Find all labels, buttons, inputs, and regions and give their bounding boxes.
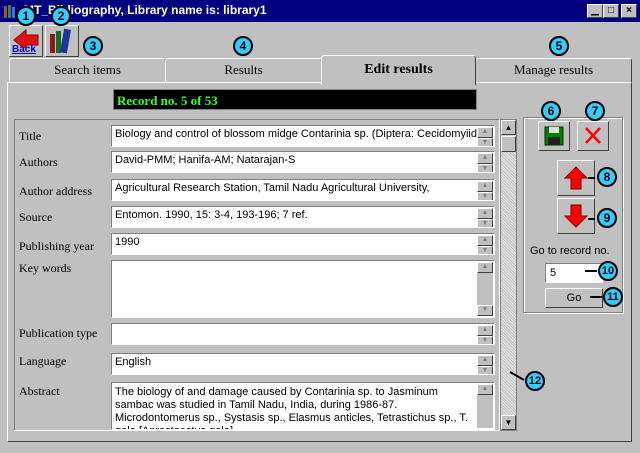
abstract-field[interactable]: The biology of and damage caused by Cont… [111, 382, 495, 430]
library-button[interactable] [45, 25, 79, 57]
minimize-button[interactable]: ▁ [587, 4, 603, 18]
address-label: Author address [19, 184, 92, 198]
title-field[interactable]: Biology and control of blossom midge Con… [111, 125, 495, 147]
address-value: Agricultural Research Station, Tamil Nad… [115, 182, 430, 194]
authors-field-scrollbar[interactable]: ▲ ▼ [477, 153, 493, 172]
title-field-scrollbar[interactable]: ▲ ▼ [477, 127, 493, 146]
year-label: Publishing year [19, 239, 94, 253]
next-record-button[interactable] [557, 198, 595, 234]
address-field[interactable]: Agricultural Research Station, Tamil Nad… [111, 179, 495, 201]
callout-2: 2 [51, 6, 71, 26]
source-field[interactable]: Entomon. 1990, 15: 3-4, 193-196; 7 ref. … [111, 206, 495, 228]
authors-value: David-PMM; Hanifa-AM; Natarajan-S [115, 154, 296, 166]
goto-record-input[interactable]: 5 [545, 263, 603, 283]
language-field-scrollbar[interactable]: ▲ ▼ [477, 355, 493, 374]
source-value: Entomon. 1990, 15: 3-4, 193-196; 7 ref. [115, 209, 308, 221]
language-label: Language [19, 354, 67, 368]
tab-manage-results[interactable]: Manage results [475, 58, 632, 82]
abstract-value: The biology of and damage caused by Cont… [115, 386, 468, 429]
books-icon [50, 28, 72, 54]
arrow-up-icon [563, 166, 589, 190]
fields-panel: Title Biology and control of blossom mid… [14, 119, 500, 431]
goto-record-value: 5 [550, 267, 557, 279]
callout-10: 10 [598, 261, 618, 281]
tab-results[interactable]: Results [165, 58, 322, 82]
callout-11: 11 [603, 287, 623, 307]
keywords-label: Key words [19, 261, 72, 275]
callout-9: 9 [597, 208, 617, 228]
language-value: English [115, 356, 152, 368]
back-label: Back [12, 44, 36, 55]
source-label: Source [19, 210, 53, 224]
scroll-thumb[interactable] [501, 136, 516, 152]
save-button[interactable] [538, 121, 570, 151]
callout-5: 5 [549, 36, 569, 56]
authors-field[interactable]: David-PMM; Hanifa-AM; Natarajan-S ▲ ▼ [111, 151, 495, 173]
pubtype-label: Publication type [19, 326, 98, 340]
record-banner-text: Record no. 5 of 53 [117, 93, 218, 108]
save-disk-icon [544, 126, 564, 146]
abstract-label: Abstract [19, 384, 60, 398]
address-field-scrollbar[interactable]: ▲ ▼ [477, 181, 493, 200]
keywords-field-scrollbar[interactable]: ▲ ▼ [477, 262, 493, 316]
pubtype-field-scrollbar[interactable]: ▲ ▼ [477, 325, 493, 344]
previous-record-button[interactable] [557, 160, 595, 196]
callout-6: 6 [541, 101, 561, 121]
goto-label: Go to record no. [530, 245, 610, 257]
tab-edit-results[interactable]: Edit results [321, 55, 476, 85]
year-field[interactable]: 1990 ▲ ▼ [111, 233, 495, 255]
tab-search-items[interactable]: Search items [9, 58, 166, 82]
callout-4: 4 [233, 36, 253, 56]
callout-7: 7 [585, 101, 605, 121]
callout-1: 1 [16, 6, 36, 26]
close-window-button[interactable]: × [621, 4, 637, 18]
language-field[interactable]: English ▲ ▼ [111, 353, 495, 375]
scroll-up-button[interactable]: ▲ [501, 120, 516, 135]
scroll-down-button[interactable]: ▼ [501, 415, 516, 430]
form-scrollbar[interactable]: ▲ ▼ [500, 119, 517, 431]
maximize-button[interactable]: □ [603, 4, 619, 18]
callout-8: 8 [597, 167, 617, 187]
keywords-field[interactable]: ▲ ▼ [111, 260, 495, 318]
title-bar: MT_Bibliography, Library name is: librar… [0, 0, 640, 22]
callout-12: 12 [525, 371, 545, 391]
go-button[interactable]: Go [545, 288, 603, 308]
callout-3: 3 [83, 36, 103, 56]
abstract-field-scrollbar[interactable]: ▲ [477, 384, 493, 428]
cancel-button[interactable] [577, 121, 609, 151]
back-button[interactable]: Back [9, 25, 43, 57]
title-value: Biology and control of blossom midge Con… [115, 128, 493, 140]
source-field-scrollbar[interactable]: ▲ ▼ [477, 208, 493, 227]
year-value: 1990 [115, 236, 140, 248]
pubtype-field[interactable]: ▲ ▼ [111, 323, 495, 345]
close-x-icon [585, 127, 601, 144]
record-banner: Record no. 5 of 53 [113, 89, 477, 110]
title-label: Title [19, 129, 42, 143]
authors-label: Authors [19, 155, 58, 169]
year-field-scrollbar[interactable]: ▲ ▼ [477, 235, 493, 254]
arrow-down-icon [563, 204, 589, 228]
